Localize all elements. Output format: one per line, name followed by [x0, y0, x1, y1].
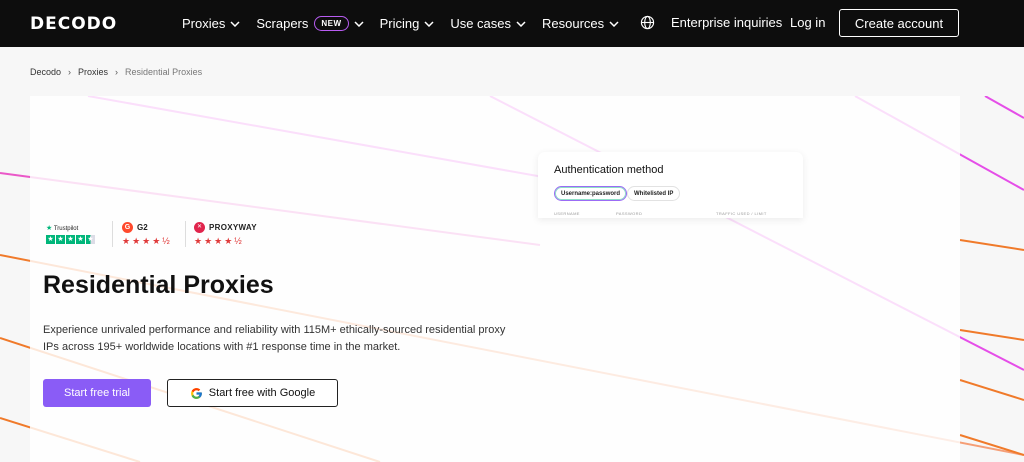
half-star-icon: ★ [86, 235, 95, 244]
auth-col-username: USERNAME [554, 211, 580, 216]
google-button-label: Start free with Google [208, 387, 316, 399]
auth-card-title: Authentication method [554, 164, 664, 176]
google-icon [190, 387, 202, 399]
menu-use-cases-label: Use cases [450, 16, 512, 31]
chevron-down-icon [230, 20, 240, 27]
start-free-trial-button[interactable]: Start free trial [43, 379, 151, 407]
trustpilot-rating[interactable]: ★ Trustpilot ★ ★ ★ ★ ★ [46, 221, 106, 251]
proxyway-stars: ★★★★½ [194, 236, 244, 246]
trustpilot-star-icon: ★ [46, 225, 53, 232]
auth-col-traffic: TRAFFIC USED / LIMIT [716, 211, 767, 216]
g2-rating[interactable]: G G2 ★★★★½ [122, 221, 182, 251]
star-icon: ★ [76, 235, 85, 244]
divider [112, 221, 113, 247]
create-account-button[interactable]: Create account [839, 9, 959, 37]
proxyway-rating[interactable]: ✕ PROXYWAY ★★★★½ [194, 221, 274, 251]
g2-logo-icon: G [122, 222, 133, 233]
chevron-down-icon [424, 20, 434, 27]
menu-scrapers[interactable]: Scrapers NEW [256, 16, 364, 31]
g2-stars: ★★★★½ [122, 236, 172, 246]
page-title: Residential Proxies [43, 271, 274, 299]
hero-description: Experience unrivaled performance and rel… [43, 324, 506, 353]
chevron-down-icon [354, 20, 364, 27]
star-icon: ★ [46, 235, 55, 244]
menu-pricing-label: Pricing [379, 16, 420, 31]
trustpilot-name: Trustpilot [53, 226, 79, 232]
globe-icon[interactable] [640, 15, 655, 30]
proxyway-logo-icon: ✕ [194, 222, 205, 233]
start-with-google-button[interactable]: Start free with Google [167, 379, 338, 407]
breadcrumb-item-decodo[interactable]: Decodo [30, 67, 61, 77]
breadcrumb-item-current: Residential Proxies [125, 67, 203, 77]
enterprise-inquiries-link[interactable]: Enterprise inquiries [671, 15, 782, 30]
menu-pricing[interactable]: Pricing [380, 16, 435, 31]
g2-name: G2 [137, 223, 148, 232]
star-icon: ★ [66, 235, 75, 244]
top-navbar: DECODO Proxies Scrapers NEW Pricing Use … [0, 0, 1024, 47]
auth-option-whitelisted-ip: Whitelisted IP [627, 186, 681, 201]
authentication-preview-card: Authentication method Username:password … [538, 152, 803, 218]
chevron-down-icon [516, 20, 526, 27]
decodo-logo[interactable]: DECODO [30, 14, 117, 34]
auth-option-username-password: Username:password [554, 186, 628, 201]
auth-col-password: PASSWORD [616, 211, 643, 216]
proxyway-name: PROXYWAY [209, 223, 257, 232]
star-icon: ★ [56, 235, 65, 244]
menu-proxies-label: Proxies [182, 16, 226, 31]
new-badge: NEW [314, 16, 349, 31]
trustpilot-stars: ★ ★ ★ ★ ★ [46, 235, 95, 244]
breadcrumb: Decodo › Proxies › Residential Proxies [30, 67, 202, 77]
chevron-down-icon [609, 20, 619, 27]
chevron-right-icon: › [115, 67, 119, 77]
menu-resources-label: Resources [542, 16, 605, 31]
trustpilot-label: ★ Trustpilot [46, 224, 78, 232]
breadcrumb-item-proxies[interactable]: Proxies [78, 67, 108, 77]
chevron-right-icon: › [68, 67, 72, 77]
menu-use-cases[interactable]: Use cases [450, 16, 526, 31]
main-menu: Proxies Scrapers NEW Pricing Use cases R… [182, 0, 635, 47]
divider [185, 221, 186, 247]
menu-proxies[interactable]: Proxies [182, 16, 240, 31]
menu-resources[interactable]: Resources [542, 16, 619, 31]
login-link[interactable]: Log in [790, 15, 825, 30]
menu-scrapers-label: Scrapers [256, 16, 309, 31]
